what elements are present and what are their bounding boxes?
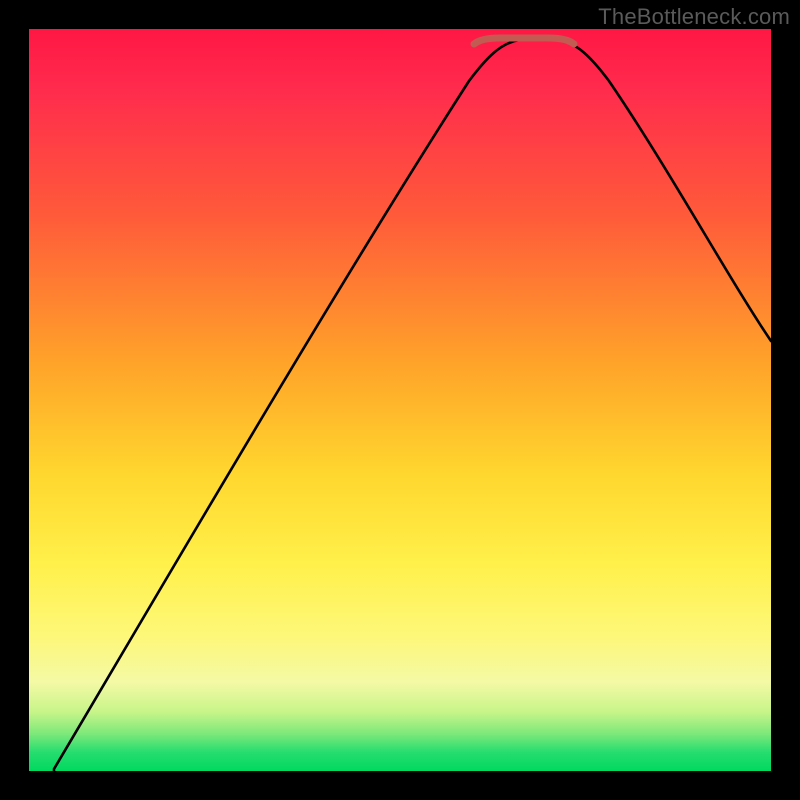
plot-area: [29, 29, 771, 771]
watermark-credit: TheBottleneck.com: [598, 4, 790, 30]
chart-frame: TheBottleneck.com: [0, 0, 800, 800]
gradient-background: [29, 29, 771, 771]
